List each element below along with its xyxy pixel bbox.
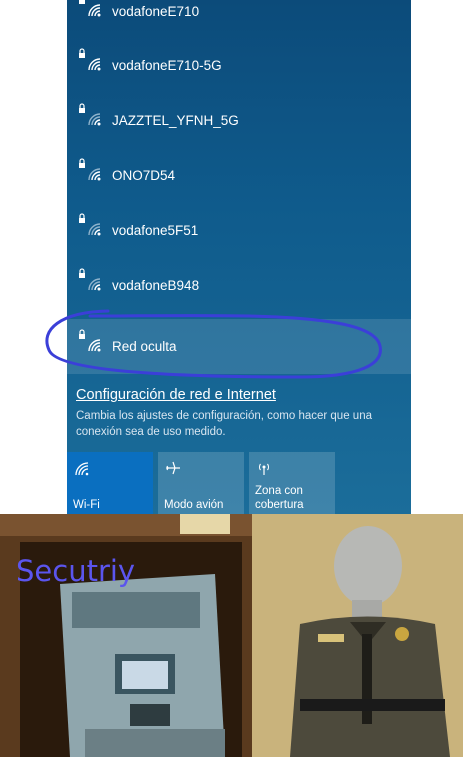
secured-wifi-icon	[79, 0, 101, 17]
network-item-vodafone5F51[interactable]: vodafone5F51	[67, 203, 411, 258]
network-item-jazztel[interactable]: JAZZTEL_YFNH_5G	[67, 93, 411, 148]
network-name: vodafoneE710	[112, 4, 200, 19]
secured-wifi-icon	[79, 103, 101, 126]
wifi-flyout-panel: vodafoneE710 vodafoneE710-5G JAZZTEL_YFN…	[67, 0, 411, 514]
network-item-ono7d54[interactable]: ONO7D54	[67, 148, 411, 203]
atm-guard-illustration	[0, 514, 463, 757]
network-item-vodafoneE710[interactable]: vodafoneE710	[67, 0, 411, 39]
wifi-icon	[75, 462, 89, 476]
mobile-hotspot-tile[interactable]: Zona con cobertura	[249, 452, 335, 514]
airplane-tile-label: Modo avión	[164, 499, 224, 511]
secured-wifi-icon	[79, 48, 101, 71]
secured-wifi-icon	[79, 213, 101, 236]
network-item-vodafoneE710-5G[interactable]: vodafoneE710-5G	[67, 38, 411, 93]
airplane-mode-tile[interactable]: Modo avión	[158, 452, 244, 514]
wifi-tile-label: Wi-Fi	[73, 499, 100, 511]
network-name: vodafone5F51	[112, 223, 199, 238]
network-name: vodafoneB948	[112, 278, 200, 293]
network-name: Red oculta	[112, 339, 177, 354]
secured-wifi-icon	[79, 268, 101, 291]
network-settings-link[interactable]: Configuración de red e Internet	[76, 387, 276, 403]
network-item-vodafoneB948[interactable]: vodafoneB948	[67, 258, 411, 313]
network-item-red-oculta[interactable]: Red oculta	[67, 319, 411, 374]
network-name: JAZZTEL_YFNH_5G	[112, 113, 239, 128]
meme-caption: Secutriy	[16, 554, 136, 588]
security-guard-photo: Secutriy	[0, 514, 463, 757]
airplane-icon	[166, 461, 180, 475]
network-name: ONO7D54	[112, 168, 176, 183]
secured-wifi-icon	[79, 158, 101, 181]
network-settings-description: Cambia los ajustes de configuración, com…	[76, 410, 372, 438]
network-name: vodafoneE710-5G	[112, 58, 222, 73]
wifi-toggle-tile[interactable]: Wi-Fi	[67, 452, 153, 514]
secured-wifi-icon	[79, 329, 101, 352]
hotspot-icon	[258, 463, 270, 475]
hotspot-tile-label: Zona con cobertura	[255, 485, 304, 511]
